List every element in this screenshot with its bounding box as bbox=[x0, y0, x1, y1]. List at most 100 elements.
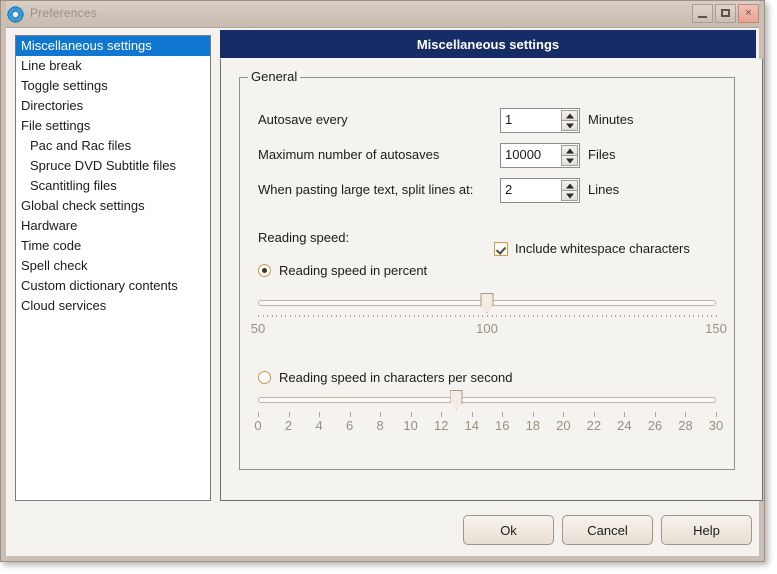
close-button[interactable]: × bbox=[738, 4, 759, 23]
slider-tick bbox=[450, 315, 452, 317]
sidebar-item[interactable]: Miscellaneous settings bbox=[16, 36, 210, 56]
spinner-input[interactable]: 1 bbox=[500, 108, 580, 133]
slider-tick bbox=[358, 315, 360, 317]
sidebar-item[interactable]: Scantitling files bbox=[16, 176, 210, 196]
slider-tick bbox=[258, 412, 259, 417]
maximize-button[interactable] bbox=[715, 4, 736, 23]
cancel-button[interactable]: Cancel bbox=[562, 515, 653, 545]
minimize-button[interactable] bbox=[692, 4, 713, 23]
sidebar-item[interactable]: Cloud services bbox=[16, 296, 210, 316]
settings-panel: Miscellaneous settings General Autosave … bbox=[213, 29, 763, 501]
slider-tick bbox=[697, 315, 699, 317]
slider-tick bbox=[546, 315, 548, 317]
groupbox-legend: General bbox=[248, 69, 301, 84]
slider-tick bbox=[541, 315, 543, 317]
slider-tick bbox=[685, 412, 687, 417]
spinner-up-button[interactable] bbox=[561, 180, 578, 191]
slider-tick bbox=[432, 315, 434, 317]
spinner-down-button[interactable] bbox=[561, 121, 578, 131]
slider-tick bbox=[505, 315, 507, 317]
slider-tick-label: 14 bbox=[464, 418, 479, 433]
spinner-up-button[interactable] bbox=[561, 110, 578, 121]
sidebar-item[interactable]: Hardware bbox=[16, 216, 210, 236]
slider-tick bbox=[345, 315, 347, 317]
slider-tick bbox=[395, 315, 397, 317]
slider-reading-speed-cps[interactable]: 0 2 4 6 8 10 12 14 16 18 20 22 24 26 28 30 bbox=[254, 390, 723, 440]
spinner-down-button[interactable] bbox=[561, 156, 578, 166]
chevron-down-icon bbox=[565, 193, 574, 198]
slider-cps-track[interactable] bbox=[258, 397, 716, 403]
settings-category-list[interactable]: Miscellaneous settings Line break Toggle s… bbox=[15, 35, 211, 501]
sidebar-item[interactable]: Spruce DVD Subtitle files bbox=[16, 156, 210, 176]
spinner-input[interactable]: 10000 bbox=[500, 143, 580, 168]
slider-tick bbox=[380, 412, 382, 417]
dialog-footer: Ok Cancel Help bbox=[1, 503, 766, 555]
slider-tick bbox=[633, 315, 635, 317]
spinner-buttons bbox=[561, 145, 578, 166]
spinner-input[interactable]: 2 bbox=[500, 178, 580, 203]
slider-tick bbox=[294, 315, 296, 317]
slider-tick bbox=[693, 315, 695, 317]
sidebar-item[interactable]: Global check settings bbox=[16, 196, 210, 216]
spinner-down-button[interactable] bbox=[561, 191, 578, 201]
sidebar-item[interactable]: File settings bbox=[16, 116, 210, 136]
slider-tick-label: 4 bbox=[315, 418, 323, 433]
sidebar-item[interactable]: Custom dictionary contents bbox=[16, 276, 210, 296]
slider-tick bbox=[285, 315, 287, 317]
slider-tick bbox=[615, 315, 617, 317]
ok-button[interactable]: Ok bbox=[463, 515, 554, 545]
radio-reading-speed-percent[interactable] bbox=[258, 264, 271, 277]
slider-tick bbox=[326, 315, 328, 317]
slider-tick bbox=[267, 315, 269, 317]
include-whitespace-checkbox[interactable] bbox=[494, 241, 508, 256]
slider-reading-speed-percent[interactable]: 50 100 150 bbox=[251, 293, 727, 343]
slider-tick bbox=[592, 315, 594, 317]
slider-tick-label: 22 bbox=[586, 418, 602, 433]
slider-tick bbox=[399, 315, 401, 317]
slider-tick bbox=[651, 315, 653, 317]
include-whitespace-checkbox-row[interactable]: Include whitespace characters bbox=[494, 241, 690, 256]
slider-tick bbox=[303, 315, 305, 317]
slider-tick bbox=[716, 412, 717, 417]
slider-tick bbox=[477, 315, 479, 317]
sidebar-item[interactable]: Line break bbox=[16, 56, 210, 76]
sidebar-item[interactable]: Toggle settings bbox=[16, 76, 210, 96]
title-bar[interactable]: Preferences × bbox=[1, 1, 764, 28]
maximize-icon bbox=[721, 9, 730, 17]
sidebar-item[interactable]: Pac and Rac files bbox=[16, 136, 210, 156]
chevron-up-icon bbox=[565, 113, 574, 118]
slider-tick bbox=[578, 315, 580, 317]
slider-tick bbox=[502, 412, 504, 417]
unit-label: Lines bbox=[588, 182, 620, 197]
slider-tick bbox=[647, 315, 649, 317]
slider-tick bbox=[654, 412, 656, 417]
close-icon: × bbox=[745, 7, 752, 19]
slider-tick bbox=[679, 315, 681, 317]
radio-reading-speed-percent-label: Reading speed in percent bbox=[279, 263, 428, 278]
slider-tick bbox=[454, 315, 456, 317]
unit-label: Minutes bbox=[588, 112, 634, 127]
slider-tick bbox=[409, 315, 411, 317]
slider-tick bbox=[459, 315, 461, 317]
slider-tick bbox=[367, 315, 369, 317]
sidebar-item[interactable]: Spell check bbox=[16, 256, 210, 276]
slider-tick-label: 6 bbox=[345, 418, 354, 433]
slider-tick bbox=[583, 315, 585, 317]
slider-percent-thumb[interactable] bbox=[480, 293, 494, 313]
sidebar-item[interactable]: Time code bbox=[16, 236, 210, 256]
radio-reading-speed-cps-row[interactable]: Reading speed in characters per second bbox=[258, 370, 512, 385]
help-button[interactable]: Help bbox=[661, 515, 752, 545]
spinner-up-button[interactable] bbox=[561, 145, 578, 156]
panel-title: Miscellaneous settings bbox=[416, 36, 560, 52]
setting-label: Autosave every bbox=[258, 112, 348, 127]
spinner-value: 2 bbox=[505, 182, 513, 197]
window-title: Preferences bbox=[30, 6, 97, 20]
slider-cps-thumb[interactable] bbox=[449, 390, 463, 410]
slider-tick bbox=[509, 315, 511, 317]
sidebar-item[interactable]: Directories bbox=[16, 96, 210, 116]
slider-tick bbox=[436, 315, 438, 317]
radio-reading-speed-cps[interactable] bbox=[258, 371, 271, 384]
slider-tick bbox=[441, 315, 443, 317]
gear-icon bbox=[7, 6, 24, 23]
radio-reading-speed-percent-row[interactable]: Reading speed in percent bbox=[258, 263, 427, 278]
